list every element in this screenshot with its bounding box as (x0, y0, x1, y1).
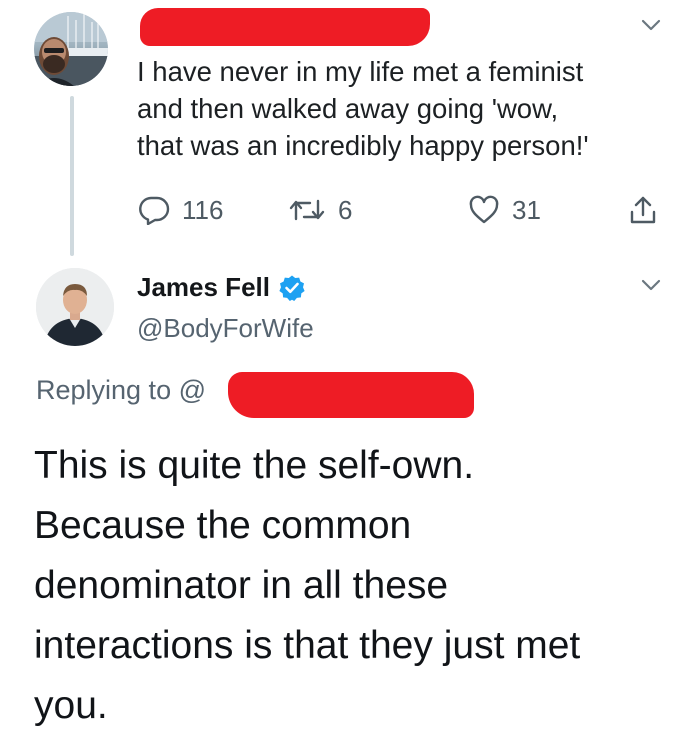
reply-author-handle[interactable]: @BodyForWife (137, 313, 314, 344)
original-author-avatar[interactable] (34, 12, 108, 86)
reply-author-name[interactable]: James Fell (137, 272, 306, 303)
display-name: James Fell (137, 272, 270, 302)
redacted-author-name (140, 8, 430, 46)
avatar-photo (34, 12, 108, 86)
original-tweet-text: I have never in my life met a feminist a… (137, 56, 589, 161)
retweet-count: 6 (338, 194, 353, 225)
chevron-down-icon[interactable] (640, 274, 662, 296)
replying-to-label[interactable]: Replying to @ (36, 375, 206, 406)
reply-icon (139, 196, 170, 225)
like-count: 31 (512, 194, 541, 225)
like-icon (469, 195, 499, 224)
verified-badge-icon (279, 275, 305, 301)
like-button[interactable]: 31 (468, 193, 541, 227)
avatar-photo (36, 268, 114, 346)
share-icon (630, 196, 656, 224)
reply-count: 116 (182, 194, 224, 225)
retweet-icon (289, 199, 325, 221)
reply-tweet-text: This is quite the self-own. Because the … (34, 444, 581, 727)
reply-author-avatar[interactable] (36, 268, 114, 346)
share-button[interactable] (628, 193, 670, 227)
chevron-down-icon[interactable] (640, 14, 662, 36)
reply-button[interactable]: 116 (138, 193, 223, 227)
redacted-replying-to-handle (228, 372, 474, 418)
retweet-button[interactable]: 6 (288, 193, 352, 227)
thread-connector-line (70, 96, 74, 256)
